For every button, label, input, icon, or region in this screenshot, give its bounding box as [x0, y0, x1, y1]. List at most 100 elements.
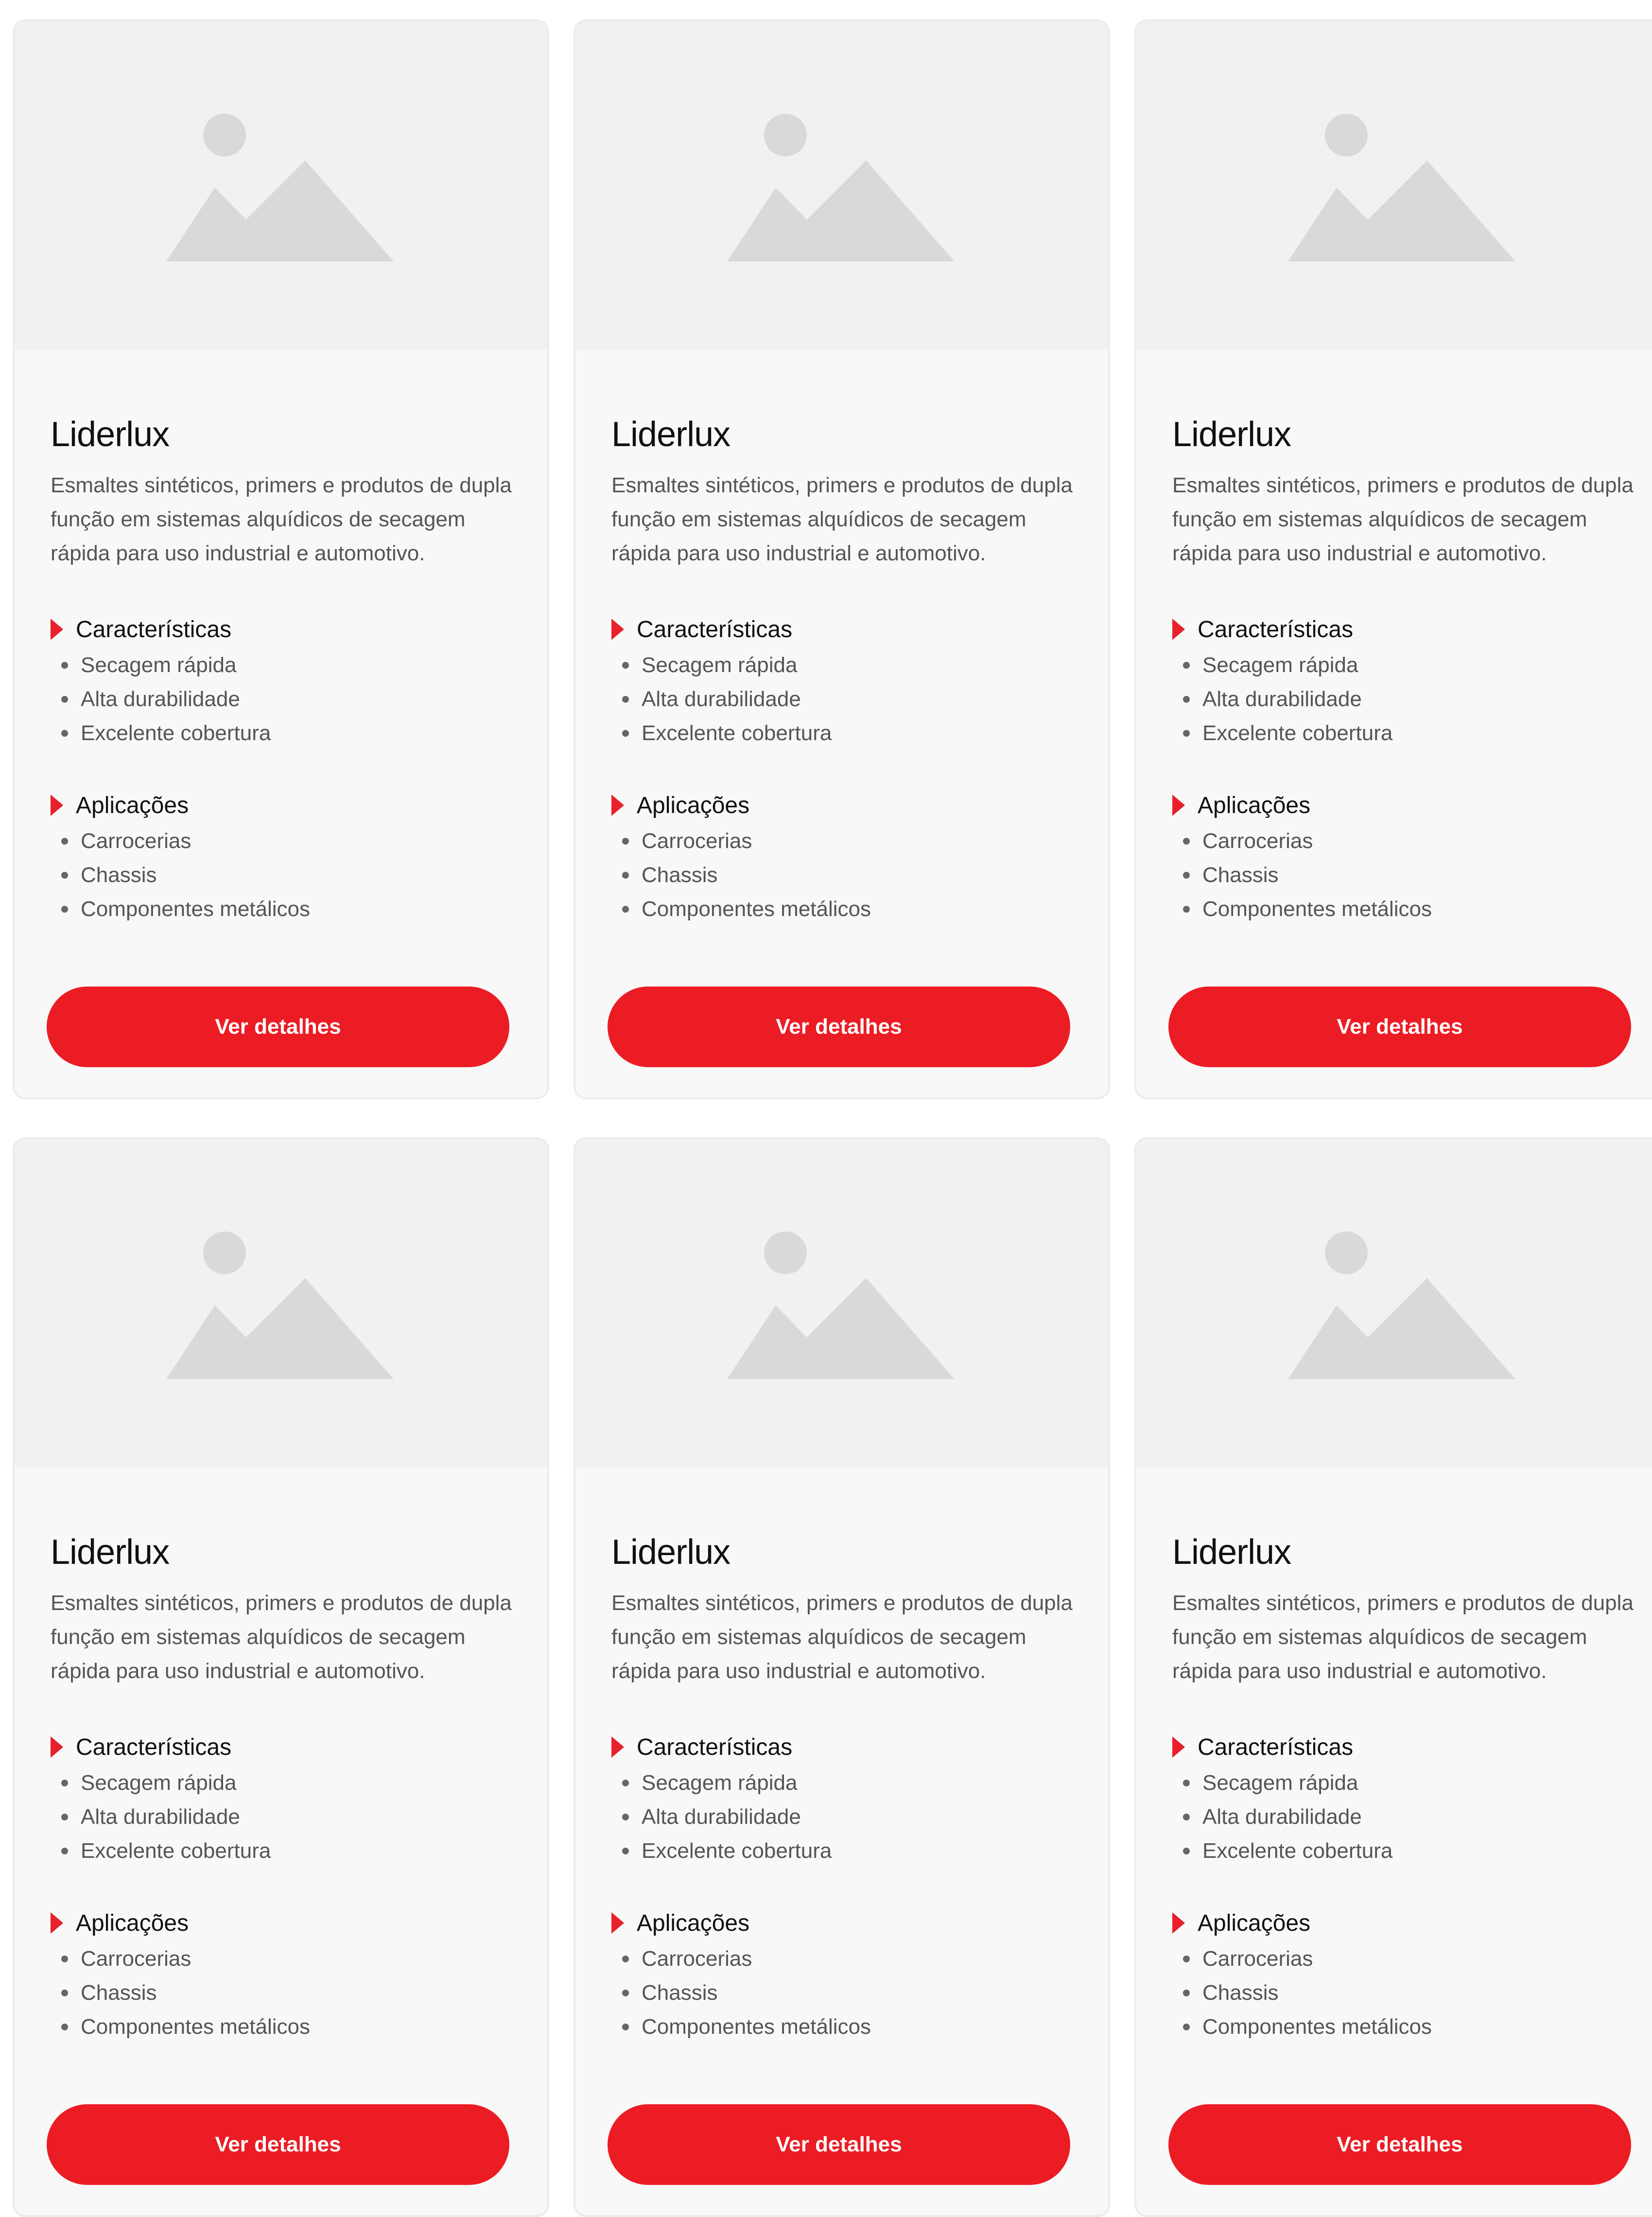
list-item: Chassis: [1183, 1976, 1432, 2010]
applications-list: Carrocerias Chassis Componentes metálico…: [61, 1942, 310, 2044]
view-details-button[interactable]: Ver detalhes: [47, 987, 509, 1067]
bullet-icon: [1183, 1956, 1190, 1962]
list-item: Excelente cobertura: [622, 716, 832, 750]
application-text: Componentes metálicos: [642, 897, 871, 921]
features-heading: Características: [1172, 612, 1353, 646]
features-heading: Características: [51, 612, 231, 646]
view-details-button[interactable]: Ver detalhes: [1168, 2104, 1631, 2185]
product-image-placeholder: [15, 21, 547, 350]
list-item: Alta durabilidade: [1183, 1800, 1392, 1834]
bullet-icon: [622, 906, 629, 913]
features-list: Secagem rápida Alta durabilidade Excelen…: [1183, 648, 1392, 750]
product-description: Esmaltes sintéticos, primers e produtos …: [51, 473, 512, 565]
list-item: Secagem rápida: [1183, 648, 1392, 682]
list-item: Carrocerias: [1183, 824, 1432, 858]
applications-list: Carrocerias Chassis Componentes metálico…: [1183, 1942, 1432, 2044]
applications-heading: Aplicações: [51, 1906, 189, 1940]
list-item: Secagem rápida: [61, 1766, 271, 1800]
product-card: Liderlux Esmaltes sintéticos, primers e …: [574, 19, 1110, 1099]
bullet-icon: [1183, 696, 1190, 703]
caret-right-icon: [1172, 619, 1185, 640]
features-heading-label: Características: [637, 1734, 793, 1760]
bullet-icon: [622, 696, 629, 703]
application-text: Componentes metálicos: [642, 2015, 871, 2039]
bullet-icon: [1183, 872, 1190, 879]
applications-list: Carrocerias Chassis Componentes metálico…: [1183, 824, 1432, 926]
list-item: Alta durabilidade: [61, 682, 271, 716]
bullet-icon: [1183, 2024, 1190, 2030]
application-text: Componentes metálicos: [1202, 897, 1432, 921]
product-image-placeholder: [15, 1139, 547, 1468]
bullet-icon: [61, 696, 68, 703]
view-details-button[interactable]: Ver detalhes: [1168, 987, 1631, 1067]
product-image-placeholder: [575, 21, 1108, 350]
list-item: Alta durabilidade: [1183, 682, 1392, 716]
list-item: Componentes metálicos: [1183, 892, 1432, 926]
bullet-icon: [622, 1956, 629, 1962]
view-details-button[interactable]: Ver detalhes: [608, 987, 1070, 1067]
bullet-icon: [622, 1990, 629, 1996]
bullet-icon: [1183, 1814, 1190, 1820]
product-image-placeholder: [1136, 1139, 1652, 1468]
application-text: Carrocerias: [1202, 1947, 1313, 1971]
image-placeholder-icon: [166, 114, 394, 261]
feature-text: Alta durabilidade: [642, 687, 801, 711]
caret-right-icon: [611, 1912, 624, 1934]
caret-right-icon: [1172, 795, 1185, 816]
bullet-icon: [61, 1990, 68, 1996]
list-item: Componentes metálicos: [622, 892, 871, 926]
product-description: Esmaltes sintéticos, primers e produtos …: [51, 1591, 512, 1683]
features-heading-label: Características: [1198, 1734, 1354, 1760]
list-item: Chassis: [622, 858, 871, 892]
view-details-button[interactable]: Ver detalhes: [608, 2104, 1070, 2185]
applications-heading-label: Aplicações: [76, 1910, 189, 1936]
bullet-icon: [61, 838, 68, 845]
list-item: Secagem rápida: [622, 1766, 832, 1800]
features-list: Secagem rápida Alta durabilidade Excelen…: [1183, 1766, 1392, 1868]
features-list: Secagem rápida Alta durabilidade Excelen…: [622, 1766, 832, 1868]
application-text: Chassis: [1202, 863, 1279, 887]
application-text: Componentes metálicos: [81, 2015, 311, 2039]
caret-right-icon: [1172, 1736, 1185, 1758]
application-text: Carrocerias: [81, 829, 191, 853]
application-text: Chassis: [1202, 1981, 1279, 2005]
feature-text: Secagem rápida: [1202, 653, 1358, 677]
application-text: Carrocerias: [642, 829, 752, 853]
features-heading-label: Características: [1198, 616, 1354, 642]
applications-heading-label: Aplicações: [1198, 1910, 1311, 1936]
bullet-icon: [622, 1780, 629, 1786]
product-card: Liderlux Esmaltes sintéticos, primers e …: [574, 1137, 1110, 2217]
features-heading: Características: [611, 1730, 792, 1764]
product-card-grid: Liderlux Esmaltes sintéticos, primers e …: [0, 0, 1652, 2217]
product-image-placeholder: [575, 1139, 1108, 1468]
list-item: Carrocerias: [61, 824, 310, 858]
feature-text: Excelente cobertura: [642, 721, 832, 745]
bullet-icon: [61, 1848, 68, 1854]
product-card: Liderlux Esmaltes sintéticos, primers e …: [13, 19, 549, 1099]
list-item: Componentes metálicos: [622, 2010, 871, 2044]
bullet-icon: [1183, 1990, 1190, 1996]
bullet-icon: [622, 838, 629, 845]
product-card: Liderlux Esmaltes sintéticos, primers e …: [13, 1137, 549, 2217]
caret-right-icon: [51, 1912, 63, 1934]
product-title: Liderlux: [611, 1533, 730, 1572]
feature-text: Secagem rápida: [81, 1771, 237, 1795]
list-item: Chassis: [622, 1976, 871, 2010]
feature-text: Secagem rápida: [1202, 1771, 1358, 1795]
product-card: Liderlux Esmaltes sintéticos, primers e …: [1134, 19, 1652, 1099]
feature-text: Secagem rápida: [642, 653, 798, 677]
product-description: Esmaltes sintéticos, primers e produtos …: [611, 1591, 1073, 1683]
application-text: Chassis: [642, 1981, 718, 2005]
view-details-button[interactable]: Ver detalhes: [47, 2104, 509, 2185]
applications-heading-label: Aplicações: [637, 792, 750, 818]
caret-right-icon: [611, 1736, 624, 1758]
list-item: Alta durabilidade: [622, 1800, 832, 1834]
caret-right-icon: [51, 619, 63, 640]
feature-text: Secagem rápida: [81, 653, 237, 677]
list-item: Excelente cobertura: [61, 1834, 271, 1868]
product-title: Liderlux: [51, 415, 170, 454]
features-heading: Características: [1172, 1730, 1353, 1764]
bullet-icon: [61, 1780, 68, 1786]
caret-right-icon: [51, 1736, 63, 1758]
features-heading: Características: [51, 1730, 231, 1764]
